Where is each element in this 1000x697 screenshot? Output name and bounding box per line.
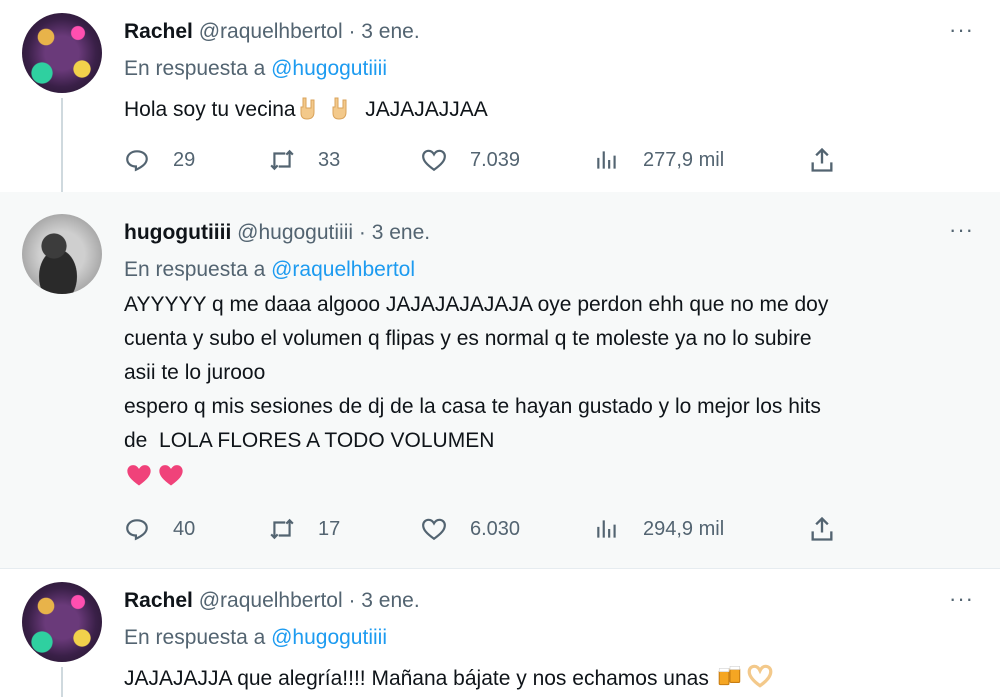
views-button[interactable]: 294,9 mil [594, 514, 724, 544]
reply-prefix: En respuesta a [124, 57, 272, 80]
share-icon [811, 516, 833, 541]
tweet-date[interactable]: 3 ene. [361, 20, 419, 43]
reply-button[interactable]: 40 [124, 514, 195, 544]
reply-count: 29 [173, 148, 196, 171]
retweet-button[interactable]: 17 [269, 514, 340, 544]
tweet-text: AYYYYY q me daaa algooo JAJAJAJAJAJA oye… [124, 288, 984, 492]
separator-dot: · [353, 221, 372, 244]
retweet-icon [270, 518, 294, 540]
rock-hand-emoji-icon [300, 97, 315, 120]
red-heart-emoji-icon [127, 465, 151, 486]
author-name[interactable]: Rachel [124, 20, 193, 43]
tweet-actions: 40 17 6.030 294,9 mil [124, 514, 844, 544]
retweet-icon [270, 149, 294, 171]
tweet-text-body: JAJAJAJJA que alegría!!!! Mañana bájate … [124, 667, 715, 690]
reply-count: 40 [173, 517, 196, 540]
separator-dot: · [342, 20, 362, 43]
heart-icon [422, 518, 446, 541]
more-horizontal-icon[interactable]: ··· [949, 588, 974, 610]
avatar[interactable] [22, 582, 102, 662]
reply-to-link[interactable]: @hugogutiiii [271, 626, 387, 649]
retweet-count: 33 [318, 148, 341, 171]
share-icon [811, 147, 833, 172]
tweet-text-end: JAJAJAJJAA [353, 98, 488, 121]
author-handle[interactable]: @hugogutiiii [237, 221, 353, 244]
tweet-header: Rachel @raquelhbertol · 3 ene. [124, 19, 420, 45]
more-horizontal-icon[interactable]: ··· [949, 19, 974, 41]
views-chart-icon [597, 520, 616, 538]
reply-context: En respuesta a @raquelhbertol [124, 258, 415, 282]
author-handle[interactable]: @raquelhbertol [199, 20, 343, 43]
reply-prefix: En respuesta a [124, 258, 272, 281]
tweet-text: JAJAJAJJA que alegría!!!! Mañana bájate … [124, 662, 984, 696]
tweet[interactable]: hugogutiiii @hugogutiiii · 3 ene. ··· En… [0, 192, 1000, 568]
reply-button[interactable]: 29 [124, 145, 195, 175]
reply-to-link[interactable]: @hugogutiiii [271, 57, 387, 80]
heart-hands-emoji-icon [747, 664, 773, 688]
more-horizontal-icon[interactable]: ··· [949, 219, 974, 241]
thread-connector-line [61, 98, 63, 194]
like-button[interactable]: 7.039 [421, 145, 520, 175]
heart-emojis [124, 463, 188, 486]
retweet-button[interactable]: 33 [269, 145, 340, 175]
reply-icon [126, 150, 148, 172]
red-heart-emoji-icon [159, 465, 183, 486]
reply-context: En respuesta a @hugogutiiii [124, 57, 387, 81]
tweet-date[interactable]: 3 ene. [372, 221, 430, 244]
avatar[interactable] [22, 13, 102, 93]
views-button[interactable]: 277,9 mil [594, 145, 724, 175]
tweet-text: Hola soy tu vecina JAJAJAJJAA [124, 93, 984, 127]
tweet-text-body: AYYYYY q me daaa algooo JAJAJAJAJAJA oye… [124, 293, 829, 452]
views-chart-icon [597, 151, 616, 169]
reply-icon [126, 519, 148, 541]
reply-prefix: En respuesta a [124, 626, 272, 649]
views-count: 294,9 mil [643, 517, 725, 540]
reply-to-link[interactable]: @raquelhbertol [271, 258, 415, 281]
author-handle[interactable]: @raquelhbertol [199, 589, 343, 612]
share-button[interactable] [808, 145, 836, 175]
share-button[interactable] [808, 514, 836, 544]
tweet-actions: 29 33 7.039 277,9 mil [124, 145, 844, 175]
like-count: 7.039 [470, 148, 521, 171]
beer-mugs-emoji-icon [718, 666, 740, 686]
tweet-date[interactable]: 3 ene. [361, 589, 419, 612]
heart-icon [422, 149, 446, 172]
reply-context: En respuesta a @hugogutiiii [124, 626, 387, 650]
tweet-header: hugogutiiii @hugogutiiii · 3 ene. [124, 220, 430, 246]
author-name[interactable]: Rachel [124, 589, 193, 612]
tweet-text-start: Hola soy tu vecina [124, 98, 296, 121]
tweet[interactable]: Rachel @raquelhbertol · 3 ene. ··· En re… [0, 0, 1000, 194]
tweet-header: Rachel @raquelhbertol · 3 ene. [124, 588, 420, 614]
tweet[interactable]: Rachel @raquelhbertol · 3 ene. ··· En re… [0, 568, 1000, 697]
avatar[interactable] [22, 214, 102, 294]
author-name[interactable]: hugogutiiii [124, 221, 231, 244]
retweet-count: 17 [318, 517, 341, 540]
views-count: 277,9 mil [643, 148, 725, 171]
thread-connector-line [61, 667, 63, 697]
rock-hand-emoji-icon [332, 97, 347, 120]
like-count: 6.030 [470, 517, 521, 540]
like-button[interactable]: 6.030 [421, 514, 520, 544]
separator-dot: · [342, 589, 362, 612]
